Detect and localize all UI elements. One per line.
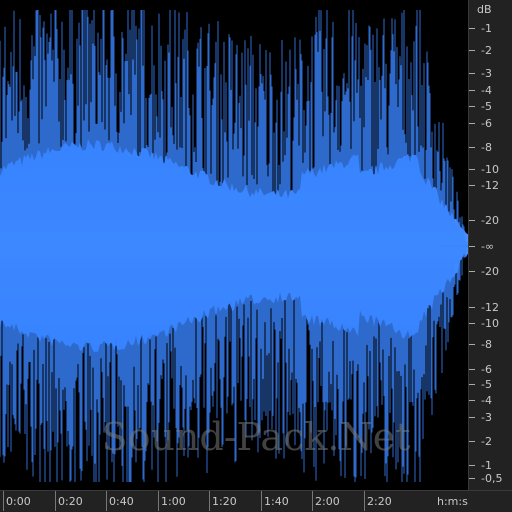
db-tick [469,73,475,74]
db-label: -∞ [481,240,495,253]
db-label: -8 [481,338,492,351]
time-tick [364,491,365,511]
db-tick [469,465,475,466]
db-label: -1 [481,459,492,472]
db-tick [469,369,475,370]
db-label: -10 [481,317,499,330]
time-tick [158,491,159,511]
db-scale-ruler: dB -1 -2 -3 -4 -5 -6 -8 -10 -12 -20 -∞ -20 -12 -10 -8 -… [468,0,512,490]
time-ruler[interactable]: 0:00 0:20 0:40 1:00 1:20 1:40 2:00 2:20 h:m:s [0,490,512,512]
db-tick [469,50,475,51]
db-tick [469,185,475,186]
time-tick [3,491,4,511]
time-label: 1:40 [264,495,289,508]
db-label: -10 [481,163,499,176]
db-label: -2 [481,435,492,448]
db-tick [469,169,475,170]
db-label: -5 [481,378,492,391]
time-tick [312,491,313,511]
audio-editor: dB -1 -2 -3 -4 -5 -6 -8 -10 -12 -20 -∞ -20 -12 -10 -8 -… [0,0,512,512]
db-label: -6 [481,363,492,376]
db-label: -8 [481,141,492,154]
db-label: -1 [481,22,492,35]
db-label: -4 [481,394,492,407]
db-label: -2 [481,44,492,57]
time-unit-label: h:m:s [437,495,468,508]
time-label: 0:00 [6,495,31,508]
time-tick [106,491,107,511]
time-tick [209,491,210,511]
db-label: -12 [481,301,499,314]
db-tick [469,441,475,442]
db-tick [469,147,475,148]
db-tick [469,28,475,29]
db-tick [469,220,475,221]
db-tick [469,246,475,247]
time-tick [261,491,262,511]
db-label: -4 [481,84,492,97]
db-tick [469,417,475,418]
time-label: 0:20 [58,495,83,508]
time-tick [55,491,56,511]
db-tick [469,344,475,345]
db-label: -3 [481,411,492,424]
db-label: -20 [481,214,499,227]
waveform[interactable] [0,0,468,490]
db-tick [469,90,475,91]
time-label: 2:00 [315,495,340,508]
time-label: 0:40 [109,495,134,508]
db-tick [469,123,475,124]
db-tick [469,271,475,272]
db-label: -0,5 [481,472,503,485]
db-tick [469,323,475,324]
time-label: 1:20 [212,495,237,508]
db-label: -5 [481,100,492,113]
time-label: 2:20 [367,495,392,508]
db-tick [469,307,475,308]
db-label: -6 [481,117,492,130]
db-tick [469,478,475,479]
db-tick [469,384,475,385]
db-label: -3 [481,67,492,80]
db-label: -12 [481,179,499,192]
db-unit-label: dB [477,3,492,16]
db-tick [469,106,475,107]
db-label: -20 [481,265,499,278]
db-tick [469,400,475,401]
time-label: 1:00 [161,495,186,508]
waveform-view[interactable] [0,0,468,490]
